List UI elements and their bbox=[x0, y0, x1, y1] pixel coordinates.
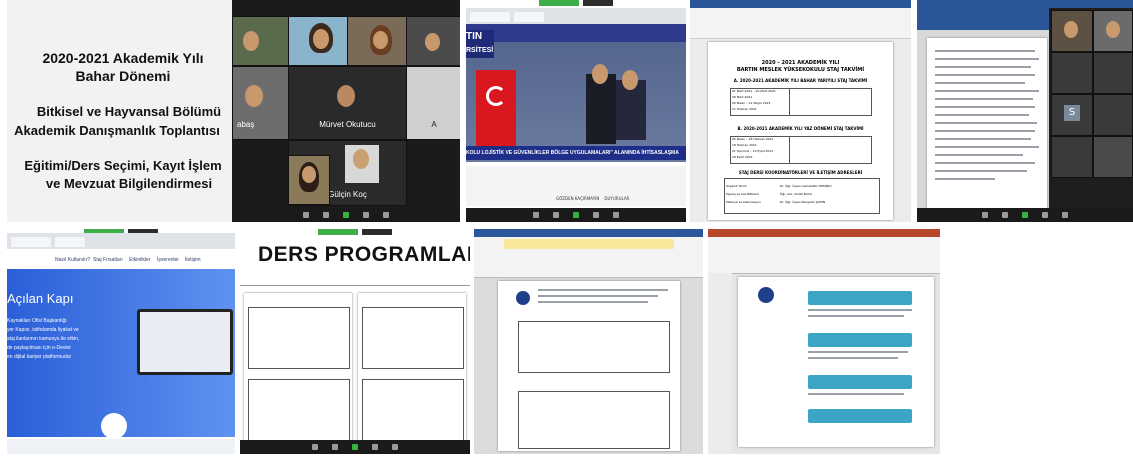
participant-video[interactable]: A bbox=[406, 66, 460, 140]
program-2: Peyzaj ve Süs Bitkileri bbox=[726, 192, 759, 196]
program-2-person: Öğr. Gör. Vedat KOCA bbox=[780, 192, 813, 196]
doc-title-2: BARTIN MESLEK YÜKSEKOKULU STAJ TAKVİMİ bbox=[736, 67, 865, 73]
participant-video[interactable] bbox=[406, 16, 460, 66]
ceremony-tile: TIN RSİTESİ KOLU LOJİSTİK VE GÜVENLİKLER… bbox=[466, 0, 686, 222]
row-a-2: 26 Mart 2021 bbox=[732, 95, 753, 99]
program-1: Organik Tarım bbox=[726, 184, 747, 188]
table-document-tile bbox=[474, 229, 703, 454]
slide-title-line-6: ve Mevzuat Bilgilendirmesi bbox=[45, 176, 213, 191]
coordinators-title: STAJ DERSİ KOORDİNATÖRLERİ VE İLETİŞİM A… bbox=[738, 170, 863, 175]
nav-item[interactable]: İletişim bbox=[185, 257, 201, 263]
row-b-1: 05 Nisan – 18 Haziran 2021 bbox=[732, 137, 774, 141]
slide-title-line-4: Akademik Danışmanlık Toplantısı bbox=[14, 123, 220, 138]
program-3-person: Dr. Öğr. Üyesi Nevşehir ŞAHİN bbox=[780, 200, 826, 204]
row-b-3: 21 Temmuz – 10 Eylül 2021 bbox=[732, 149, 774, 153]
row-a-4: 11 Haziran 2021 bbox=[732, 107, 757, 111]
participant-video[interactable] bbox=[1093, 52, 1133, 94]
participant-gallery-tile: abaş Mürvet Okutucu A Gülçin Koç bbox=[232, 0, 460, 222]
document-page: 2020 – 2021 AKADEMİK YILI BARTIN MESLEK … bbox=[708, 42, 893, 220]
row-b-4: 18 Eylül 2021 bbox=[732, 155, 753, 159]
participant-name: Mürvet Okutucu bbox=[319, 120, 376, 129]
brand-text-2: RSİTESİ bbox=[466, 47, 494, 54]
participant-name: abaş bbox=[237, 120, 255, 129]
slide-tile: 2020-2021 Akademik Yılı Bahar Dönemi Bit… bbox=[7, 0, 232, 222]
nav-item[interactable]: Nasıl Kullanılır? bbox=[55, 257, 90, 263]
participant-video[interactable] bbox=[232, 16, 289, 66]
participant-video[interactable]: S bbox=[1051, 94, 1093, 136]
doc-title-1: 2020 – 2021 AKADEMİK YILI bbox=[761, 60, 840, 66]
powerpoint-tile bbox=[708, 229, 940, 454]
slide-title-line-2: Bahar Dönemi bbox=[75, 68, 171, 84]
brand-text: TIN bbox=[466, 31, 483, 42]
calendar-document-tile: 2020 – 2021 AKADEMİK YILI BARTIN MESLEK … bbox=[690, 0, 911, 222]
document-gallery-tile: S bbox=[917, 0, 1133, 222]
slide-title-line-3: Bitkisel ve Hayvansal Bölümü bbox=[36, 104, 222, 119]
nav-item[interactable]: İşverenler bbox=[157, 257, 179, 263]
slide-title-line-5: Eğitimi/Ders Seçimi, Kayıt İşlem bbox=[24, 158, 222, 173]
kariyer-site-tile: Nasıl Kullanılır? Staj Fırsatları Etkinl… bbox=[7, 229, 235, 454]
participant-video[interactable] bbox=[1051, 52, 1093, 94]
nav-item[interactable]: Etkinlikler bbox=[129, 257, 150, 263]
participant-video[interactable]: abaş bbox=[232, 66, 289, 140]
section-a-title: A. 2020-2021 AKADEMİK YILI BAHAR YARIYIL… bbox=[733, 78, 868, 83]
nav-item[interactable]: Staj Fırsatları bbox=[93, 257, 123, 263]
zoom-toolbar bbox=[917, 208, 1133, 222]
program-1-person: Dr. Öğr. Üyesi Cemalettin DEMİRCİ bbox=[780, 184, 832, 188]
section-b-title: B. 2020-2021 AKADEMİK YILI YAZ DÖNEMİ ST… bbox=[737, 126, 864, 131]
participant-video[interactable] bbox=[288, 155, 330, 205]
hero-heading: Açılan Kapı bbox=[7, 291, 74, 306]
footer-links[interactable]: GÖZDEN KAÇIRMAYIN DUYURULAR bbox=[556, 196, 629, 201]
participant-video[interactable] bbox=[1051, 10, 1093, 52]
participant-video[interactable] bbox=[1093, 10, 1133, 52]
participant-name: A bbox=[431, 120, 437, 129]
program-3: Mobilya ve Dekorasyon bbox=[726, 200, 761, 204]
zoom-toolbar bbox=[232, 208, 460, 222]
participant-video[interactable] bbox=[1093, 94, 1133, 136]
ders-programlari-tile: DERS PROGRAMLARI bbox=[240, 229, 470, 454]
participant-video[interactable] bbox=[288, 16, 348, 66]
participant-video[interactable] bbox=[347, 16, 407, 66]
row-b-2: 18 Haziran 2021 bbox=[732, 143, 757, 147]
zoom-toolbar bbox=[466, 208, 686, 222]
participant-video[interactable] bbox=[1093, 136, 1133, 178]
zoom-toolbar bbox=[240, 440, 470, 454]
row-a-3: 05 Nisan – 21 Mayıs 2021 bbox=[732, 101, 771, 105]
ders-title: DERS PROGRAMLARI bbox=[258, 243, 470, 266]
participant-video[interactable] bbox=[1051, 136, 1093, 178]
row-a-1: 01 Mart 2021 – 20 Mart 2021 bbox=[732, 89, 776, 93]
slide-title-line-1: 2020-2021 Akademik Yılı bbox=[42, 50, 204, 66]
news-banner[interactable]: KOLU LOJİSTİK VE GÜVENLİKLER BÖLGE UYGUL… bbox=[466, 146, 686, 160]
hero-body: Kaynakları Ofisi Başkanlığı yer Kapısı, … bbox=[7, 318, 80, 360]
participant-video[interactable]: Mürvet Okutucu bbox=[288, 66, 407, 140]
